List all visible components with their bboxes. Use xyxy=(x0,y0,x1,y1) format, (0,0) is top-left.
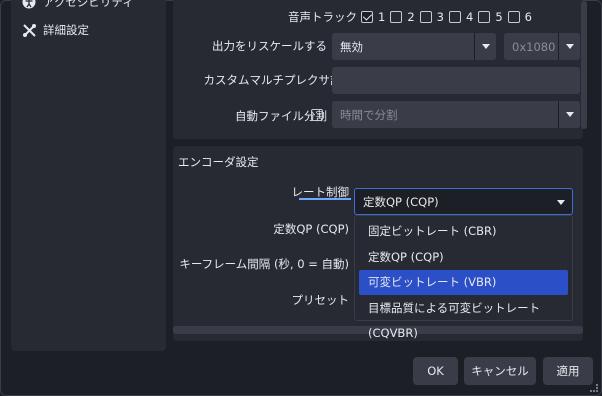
track-3-label: 3 xyxy=(436,10,444,24)
autosplit-value: 時間で分割 xyxy=(340,107,398,122)
output-panel: 音声トラック 1 2 3 4 5 6 出力をリスケールする 無効 0x1080 … xyxy=(173,0,583,139)
encoder-section-title: エンコーダ設定 xyxy=(178,155,259,169)
rate-control-select[interactable]: 定数QP (CQP) xyxy=(354,188,573,215)
settings-window: アクセシビリティ 詳細設定 音声トラック 1 2 3 4 5 6 出力をリスケー… xyxy=(0,0,602,396)
track-5-label: 5 xyxy=(495,10,503,24)
muxer-input[interactable] xyxy=(332,67,580,94)
autosplit-checkbox[interactable] xyxy=(311,109,323,121)
sidebar-item-label: アクセシビリティ xyxy=(43,0,134,9)
focus-underline xyxy=(299,198,351,200)
track-1-checkbox[interactable] xyxy=(361,11,373,23)
track-4-checkbox[interactable] xyxy=(448,11,461,23)
chevron-down-icon[interactable] xyxy=(550,189,572,216)
rescale-select[interactable]: 無効 xyxy=(332,33,496,60)
muxer-label: カスタムマルチプレクサ設定 xyxy=(203,73,354,87)
track-5-checkbox[interactable] xyxy=(478,11,491,23)
audio-track-label: 音声トラック xyxy=(288,10,357,24)
chevron-down-icon[interactable] xyxy=(474,33,496,60)
rescale-label: 出力をリスケールする xyxy=(212,39,327,53)
rate-control-dropdown: 固定ビットレート (CBR) 定数QP (CQP) 可変ビットレート (VBR)… xyxy=(354,215,573,340)
chevron-down-icon[interactable] xyxy=(558,33,580,60)
rescale-resolution-value: 0x1080 xyxy=(512,39,556,54)
track-2-checkbox[interactable] xyxy=(390,11,403,23)
tools-icon xyxy=(21,22,37,38)
track-6-label: 6 xyxy=(524,10,532,24)
settings-sidebar: アクセシビリティ 詳細設定 xyxy=(11,0,166,351)
sidebar-item-accessibility[interactable]: アクセシビリティ xyxy=(21,0,134,13)
rescale-value: 無効 xyxy=(340,39,363,54)
option-vbr[interactable]: 可変ビットレート (VBR) xyxy=(359,270,568,295)
rate-control-value: 定数QP (CQP) xyxy=(363,194,439,209)
keyframe-label: キーフレーム間隔 (秒, 0 = 自動) xyxy=(179,257,349,271)
rescale-resolution-select[interactable]: 0x1080 xyxy=(504,33,580,60)
track-2-label: 2 xyxy=(407,10,415,24)
ok-button[interactable]: OK xyxy=(413,357,458,385)
track-1-label: 1 xyxy=(378,10,386,24)
apply-button[interactable]: 適用 xyxy=(543,357,593,385)
option-cbr[interactable]: 固定ビットレート (CBR) xyxy=(359,219,568,244)
resize-grip-icon[interactable] xyxy=(590,384,598,392)
accessibility-icon xyxy=(21,0,37,10)
sidebar-item-advanced[interactable]: 詳細設定 xyxy=(21,19,89,41)
audio-tracks: 1 2 3 4 5 6 xyxy=(361,10,532,24)
vertical-scrollbar[interactable] xyxy=(581,1,587,129)
option-cqvbr[interactable]: 目標品質による可変ビットレート (CQVBR) xyxy=(359,296,568,340)
track-4-label: 4 xyxy=(465,10,474,24)
option-cqp[interactable]: 定数QP (CQP) xyxy=(359,245,568,270)
cancel-button[interactable]: キャンセル xyxy=(464,357,536,385)
autosplit-select[interactable]: 時間で分割 xyxy=(332,101,580,128)
sidebar-item-label: 詳細設定 xyxy=(43,23,89,37)
track-3-checkbox[interactable] xyxy=(419,11,432,23)
track-6-checkbox[interactable] xyxy=(507,11,520,23)
preset-label: プリセット xyxy=(291,293,350,307)
chevron-down-icon[interactable] xyxy=(558,101,580,128)
cqp-label: 定数QP (CQP) xyxy=(273,222,349,236)
